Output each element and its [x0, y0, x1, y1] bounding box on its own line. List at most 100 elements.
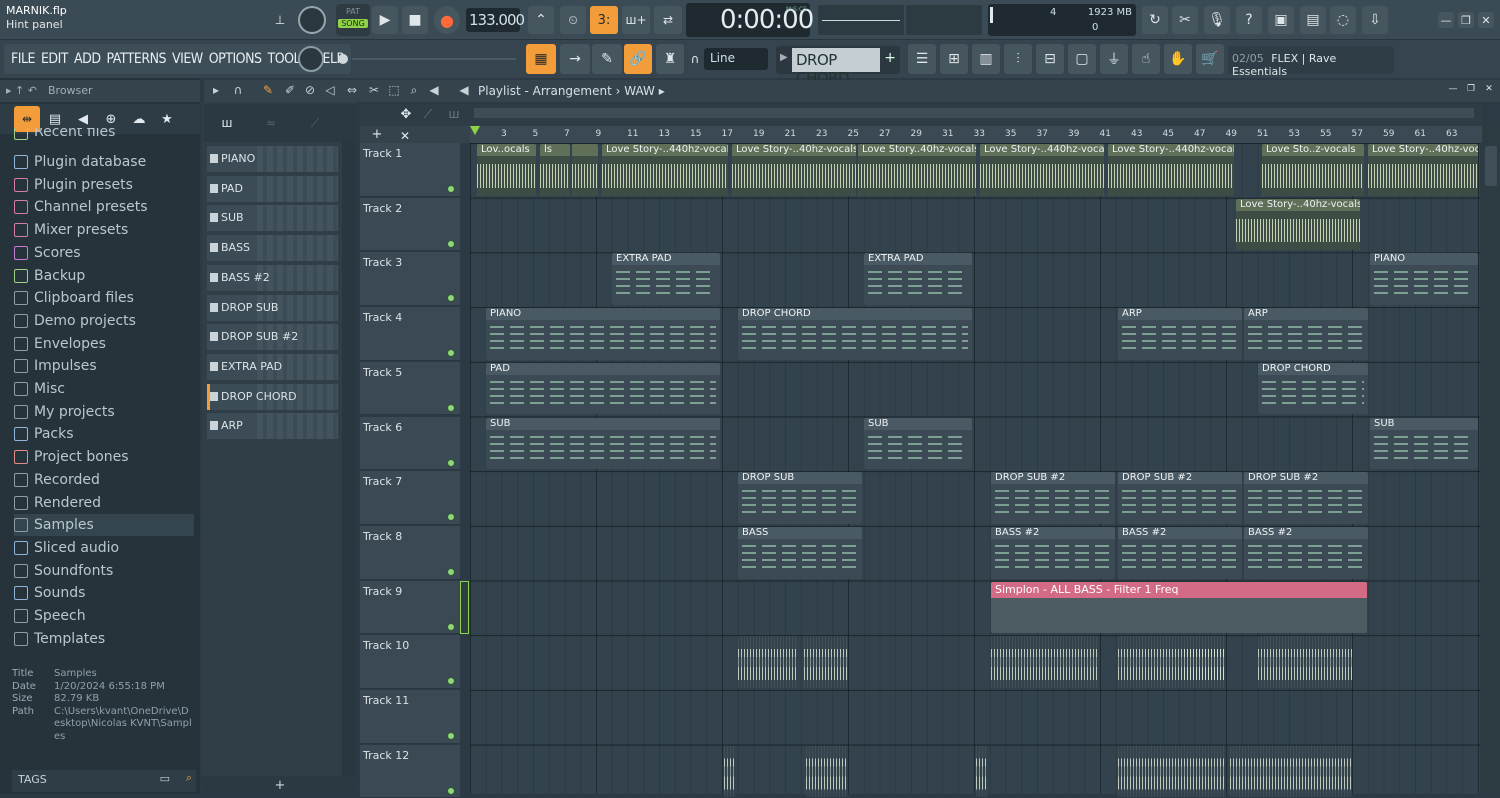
audio-clip[interactable]: Love Sto..z-vocals — [1262, 144, 1364, 196]
drum-clip[interactable] — [1230, 745, 1352, 798]
pattern-clip[interactable]: BASS #2 — [1118, 526, 1242, 579]
browser-item-recorded[interactable]: Recorded — [14, 469, 194, 491]
browser-item-project-bones[interactable]: Project bones — [14, 446, 194, 468]
browser-item-templates[interactable]: Templates — [14, 628, 194, 650]
pattern-clip[interactable]: DROP SUB #2 — [1118, 472, 1242, 524]
playlist-minimize-icon[interactable]: — — [1446, 82, 1460, 96]
browser-item-scores[interactable]: Scores — [14, 242, 194, 264]
browser-item-recent-files[interactable]: Recent files — [14, 128, 194, 140]
project-browser-icon[interactable]: ▢ — [1068, 44, 1096, 74]
browser-item-soundfonts[interactable]: Soundfonts — [14, 560, 194, 582]
shop-icon[interactable]: 🛒 — [1196, 44, 1224, 74]
track-mute-led[interactable] — [447, 403, 455, 412]
project-tab-icon[interactable]: ▤ — [46, 110, 64, 128]
minimize-icon[interactable]: — — [1438, 12, 1454, 28]
tempo-tapper-icon[interactable]: ✋ — [1164, 44, 1192, 74]
track-mute-led[interactable] — [447, 349, 455, 358]
close-x-icon[interactable]: ✕ — [398, 128, 412, 144]
playlist-view-icon[interactable]: ▦ — [526, 44, 556, 74]
cut-icon[interactable]: ✂ — [1172, 6, 1198, 34]
pattern-item-drop-sub[interactable]: DROP SUB — [207, 294, 338, 321]
folder-icon[interactable]: ▭ — [160, 772, 170, 785]
audio-clip[interactable]: Love Story-..440hz-vocals — [1108, 144, 1234, 196]
loop-record-icon[interactable]: ⇄ — [654, 6, 682, 34]
paint-tool-icon[interactable]: ✐ — [282, 82, 298, 98]
drum-clip[interactable] — [1258, 636, 1352, 688]
pattern-item-bass-2[interactable]: BASS #2 — [207, 264, 338, 291]
drum-clip[interactable] — [991, 636, 1099, 688]
menu-file[interactable]: FILE — [8, 51, 38, 67]
audio-clip[interactable]: Love Story-..440hz-vocals — [602, 144, 728, 196]
piano-icon[interactable]: ш — [446, 106, 462, 122]
pattern-item-bass[interactable]: BASS — [207, 235, 338, 262]
menu-view[interactable]: VIEW — [169, 51, 206, 67]
download-icon[interactable]: ⇩ — [1362, 6, 1388, 34]
playback-tool-icon[interactable]: ◀ — [426, 82, 442, 98]
audio-clip[interactable]: Love Story-..40hz-vocals — [732, 144, 856, 196]
zoom-tool-icon[interactable]: ⌕ — [406, 82, 422, 98]
pattern-clip[interactable]: ARP — [1244, 308, 1368, 360]
track-header-12[interactable]: Track 12 — [360, 744, 460, 798]
play-button[interactable]: ▶ — [372, 6, 398, 34]
multi-drag-icon[interactable]: ✥ — [398, 106, 414, 122]
main-slider[interactable] — [338, 54, 518, 64]
picker-automation-icon[interactable]: ⟋ — [308, 116, 322, 130]
playlist-close-icon[interactable]: ✕ — [1482, 82, 1496, 96]
plugin-picker-icon[interactable]: ⊟ — [1036, 44, 1064, 74]
browser-item-backup[interactable]: Backup — [14, 265, 194, 287]
pattern-item-drop-sub-2[interactable]: DROP SUB #2 — [207, 324, 338, 351]
browser-item-my-projects[interactable]: My projects — [14, 401, 194, 423]
playlist-maximize-icon[interactable]: ❐ — [1464, 82, 1478, 96]
undo-icon[interactable]: ↻ — [1142, 6, 1168, 34]
track-mute-led[interactable] — [447, 786, 455, 795]
drum-clip[interactable] — [1118, 745, 1226, 798]
pattern-item-pad[interactable]: PAD — [207, 175, 338, 202]
pattern-item-arp[interactable]: ARP — [207, 413, 338, 440]
snap-selector[interactable]: Line — [704, 48, 768, 70]
restore-icon[interactable]: ❐ — [1458, 12, 1474, 28]
browser-item-plugin-database[interactable]: Plugin database — [14, 151, 194, 173]
metronome-icon[interactable]: ⌃ — [528, 6, 554, 34]
browser-item-speech[interactable]: Speech — [14, 605, 194, 627]
picker-patterns-icon[interactable]: ш — [220, 116, 234, 130]
track-mute-led[interactable] — [447, 294, 455, 303]
drum-clip[interactable] — [1184, 636, 1226, 688]
drum-clip[interactable] — [738, 636, 798, 688]
magnet-tool-icon[interactable]: ∩ — [230, 82, 246, 98]
speaker-icon[interactable]: ◀ — [456, 82, 472, 98]
pattern-name[interactable]: DROP CHORD — [792, 48, 880, 87]
plugin-icon[interactable]: ⏚ — [1100, 44, 1128, 74]
arrangement-arrow-icon[interactable]: ▸ — [659, 84, 665, 98]
browser-item-packs[interactable]: Packs — [14, 423, 194, 445]
pat-song-switch[interactable]: PAT SONG — [336, 4, 370, 36]
cloud-tab-icon[interactable]: ☁ — [130, 110, 148, 128]
audio-clip[interactable]: Love Story..40hz-vocals — [858, 144, 976, 196]
pattern-clip[interactable]: SUB — [864, 417, 972, 470]
menu-patterns[interactable]: PATTERNS — [104, 51, 170, 67]
pattern-clip[interactable]: EXTRA PAD — [864, 253, 972, 306]
picker-audio-icon[interactable]: ≈ — [264, 116, 278, 130]
track-header-2[interactable]: Track 2 — [360, 197, 460, 252]
track-header-7[interactable]: Track 7 — [360, 471, 460, 525]
browser-item-impulses[interactable]: Impulses — [14, 355, 194, 377]
track-mute-led[interactable] — [447, 622, 455, 631]
track-mute-led[interactable] — [447, 185, 455, 193]
master-volume-knob[interactable] — [298, 6, 326, 34]
track-header-1[interactable]: Track 1 — [360, 143, 460, 197]
playlist-overview[interactable] — [470, 104, 1482, 126]
magnet-icon[interactable]: ∩ — [688, 50, 702, 68]
drum-clip[interactable] — [724, 745, 736, 798]
track-header-8[interactable]: Track 8 — [360, 525, 460, 580]
pattern-clip[interactable]: ARP — [1118, 308, 1242, 360]
mixer-icon[interactable]: ⫶ — [1004, 44, 1032, 74]
pattern-clip[interactable]: SUB — [486, 417, 720, 470]
plugin-tab-icon[interactable]: ⊕ — [102, 110, 120, 128]
pin-icon[interactable]: ⊥ — [272, 12, 288, 28]
audio-clip[interactable]: Lov..ocals — [477, 144, 536, 196]
timeline-ruler[interactable]: 3 5 7 9 11 13 15 17 19 21 23 25 27 29 31 33 35 37 39 41 43 45… — [470, 126, 1484, 143]
channel-rack-icon[interactable]: ▥ — [972, 44, 1000, 74]
pattern-clip[interactable]: DROP SUB #2 — [991, 472, 1115, 524]
track-mute-led[interactable] — [447, 567, 455, 576]
pattern-item-extra-pad[interactable]: EXTRA PAD — [207, 353, 338, 380]
browser-item-channel-presets[interactable]: Channel presets — [14, 196, 194, 218]
